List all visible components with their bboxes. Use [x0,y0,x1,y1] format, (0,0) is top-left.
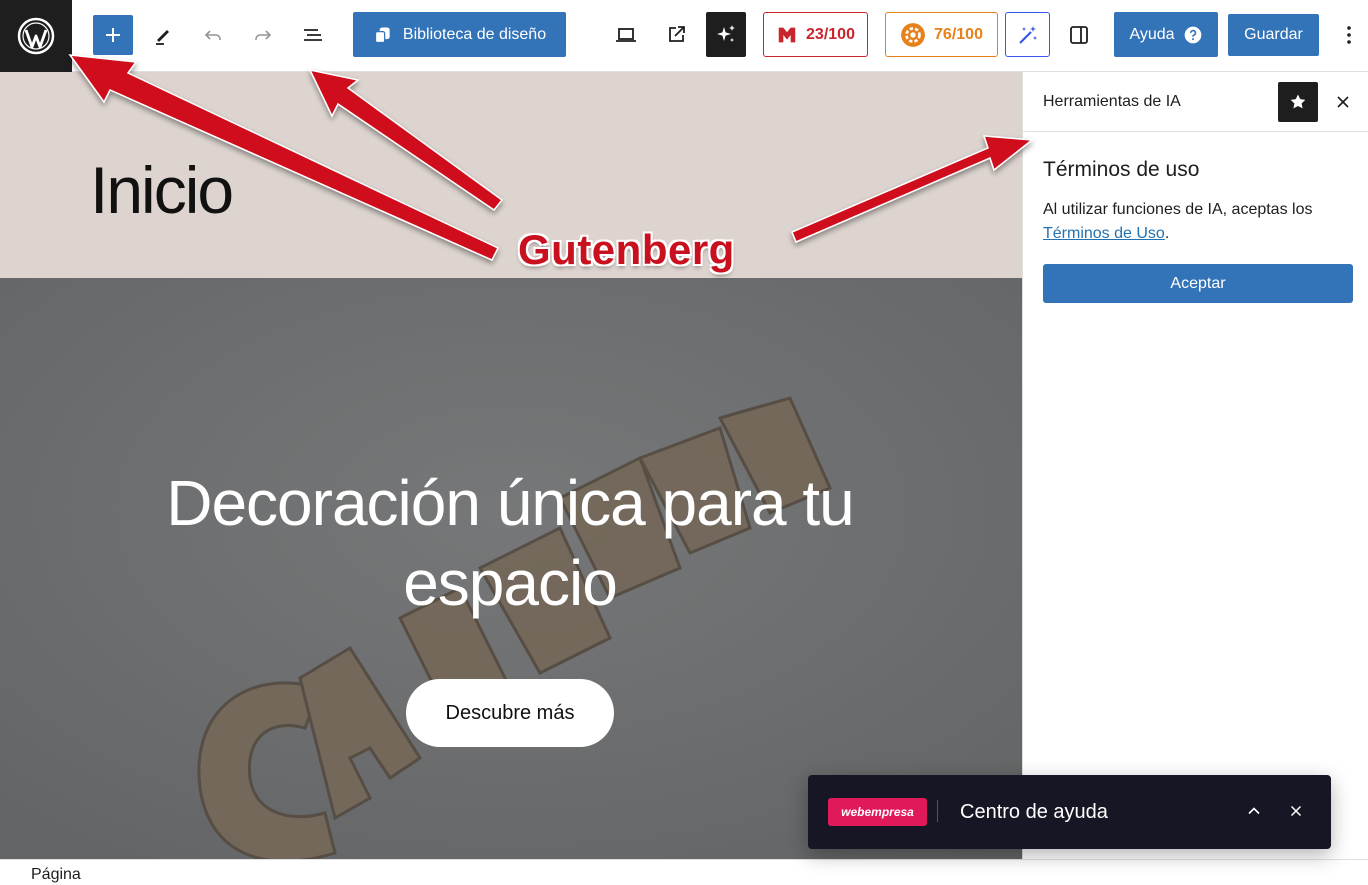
favorite-star-button[interactable] [1278,82,1318,122]
undo-button[interactable] [193,15,233,55]
terms-text-prefix: Al utilizar funciones de IA, aceptas los [1043,201,1313,218]
view-page-button[interactable] [656,15,696,55]
list-view-icon [304,29,322,41]
seo-score-value: 23/100 [806,25,855,43]
sidebar-panel-icon [1070,26,1088,44]
chevron-up-icon [1248,807,1260,815]
terms-text-suffix: . [1164,225,1170,242]
more-vertical-icon [1347,26,1351,44]
webempresa-logo: webempresa [828,798,927,826]
undo-icon [204,30,221,40]
editor-toolbar: Biblioteca de diseño 23/100 76/100 Ayuda… [0,0,1368,72]
redo-icon [255,30,272,40]
hero-cover-block[interactable]: Decoración única para tu espacio Descubr… [0,278,1022,859]
widget-divider [937,800,938,822]
sidebar-title: Herramientas de IA [1043,93,1181,110]
magic-wand-icon [1018,25,1037,44]
wordpress-logo-button[interactable] [0,0,72,72]
close-icon [1337,96,1349,108]
help-center-widget[interactable]: webempresa Centro de ayuda [808,775,1331,849]
editor-footer: Página [0,859,1368,885]
magic-wand-button[interactable] [1005,12,1050,57]
star-icon [1290,94,1306,109]
readability-score-value: 76/100 [934,25,983,43]
terms-text: Al utilizar funciones de IA, aceptas los… [1043,198,1353,246]
design-library-label: Biblioteca de diseño [402,25,547,43]
terms-heading: Términos de uso [1043,158,1200,181]
preview-device-button[interactable] [606,15,646,55]
breadcrumb[interactable]: Página [31,866,81,884]
help-label: Ayuda [1129,25,1175,43]
plus-icon [106,28,120,42]
close-sidebar-button[interactable] [1328,82,1358,122]
options-menu-button[interactable] [1334,15,1364,55]
laptop-icon [616,28,636,42]
page-title[interactable]: Inicio [90,152,234,228]
save-button[interactable]: Guardar [1228,14,1319,56]
question-circle-icon [1184,26,1201,43]
library-icon [374,27,390,43]
gear-badge-icon [901,22,925,47]
add-block-button[interactable] [93,15,133,55]
close-widget-button[interactable] [1282,797,1310,825]
gutenberg-annotation-label: Gutenberg [518,226,735,273]
expand-widget-button[interactable] [1240,797,1268,825]
readability-score-button[interactable]: 76/100 [885,12,998,57]
terms-of-use-link[interactable]: Términos de Uso [1043,225,1165,242]
close-icon [1290,805,1302,817]
sidebar-header: Herramientas de IA [1023,72,1368,132]
redo-button[interactable] [243,15,283,55]
accept-terms-button[interactable]: Aceptar [1043,264,1353,303]
sparkle-icon [717,24,735,42]
ai-sparkle-button[interactable] [706,12,746,57]
hero-heading[interactable]: Decoración única para tu espacio [60,463,960,623]
external-link-icon [669,26,685,42]
page-title-section: Inicio [0,72,1022,278]
ai-tools-sidebar: Herramientas de IA Términos de uso Al ut… [1022,72,1368,859]
rank-logo-icon [778,27,796,42]
wordpress-icon [17,17,55,55]
discover-more-button[interactable]: Descubre más [406,679,614,747]
seo-score-button[interactable]: 23/100 [763,12,868,57]
document-overview-button[interactable] [293,15,333,55]
settings-sidebar-toggle[interactable] [1059,15,1099,55]
tools-button[interactable] [143,15,183,55]
help-button[interactable]: Ayuda [1114,12,1218,57]
editor-canvas[interactable]: Inicio Decoración única para tu espacio … [0,72,1022,859]
help-center-title: Centro de ayuda [960,801,1108,823]
design-library-button[interactable]: Biblioteca de diseño [353,12,566,57]
pencil-icon [156,30,169,45]
